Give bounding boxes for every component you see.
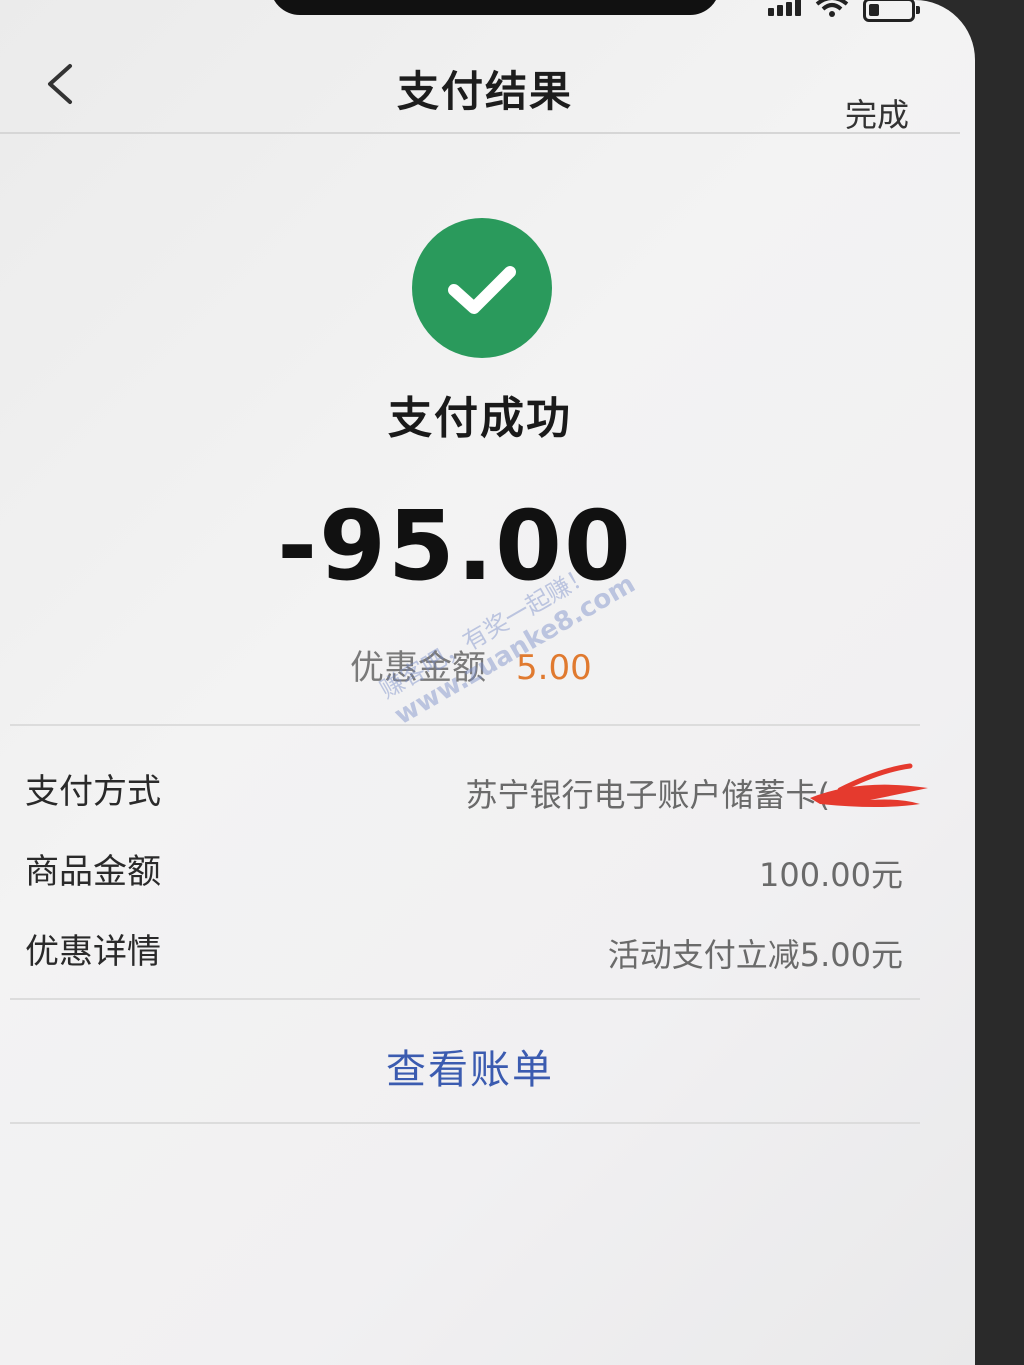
page-title: 支付结果 [396, 67, 573, 116]
status-bar [768, 0, 920, 30]
signal-icon [768, 0, 801, 16]
section-divider [10, 724, 920, 726]
success-badge [412, 218, 552, 358]
redaction-mark [810, 763, 928, 807]
payment-amount: -95.00 [277, 490, 633, 602]
status-title: 支付成功 [388, 393, 572, 444]
section-divider [10, 998, 920, 1000]
done-button[interactable]: 完成 [845, 90, 909, 136]
payment-method-value: 苏宁银行电子账户储蓄卡( [465, 776, 831, 814]
product-amount-value: 100.00元 [759, 856, 903, 894]
payment-result-screen: 支付结果 完成 支付成功 -95.00 优惠金额 5.00 赚客吧，有奖一起赚！ … [0, 0, 975, 1365]
section-divider [10, 1122, 920, 1124]
phone-notch [270, 0, 720, 15]
discount-detail-label: 优惠详情 [25, 932, 161, 972]
discount-detail-value: 活动支付立减5.00元 [607, 936, 903, 974]
product-amount-label: 商品金额 [25, 852, 161, 892]
view-bill-link[interactable]: 查看账单 [0, 1037, 940, 1095]
nav-bar: 支付结果 完成 [0, 40, 960, 135]
wifi-icon [815, 0, 849, 17]
battery-icon [863, 0, 920, 22]
checkmark-icon [448, 266, 516, 314]
payment-method-label: 支付方式 [25, 772, 161, 812]
nav-divider [0, 132, 960, 134]
